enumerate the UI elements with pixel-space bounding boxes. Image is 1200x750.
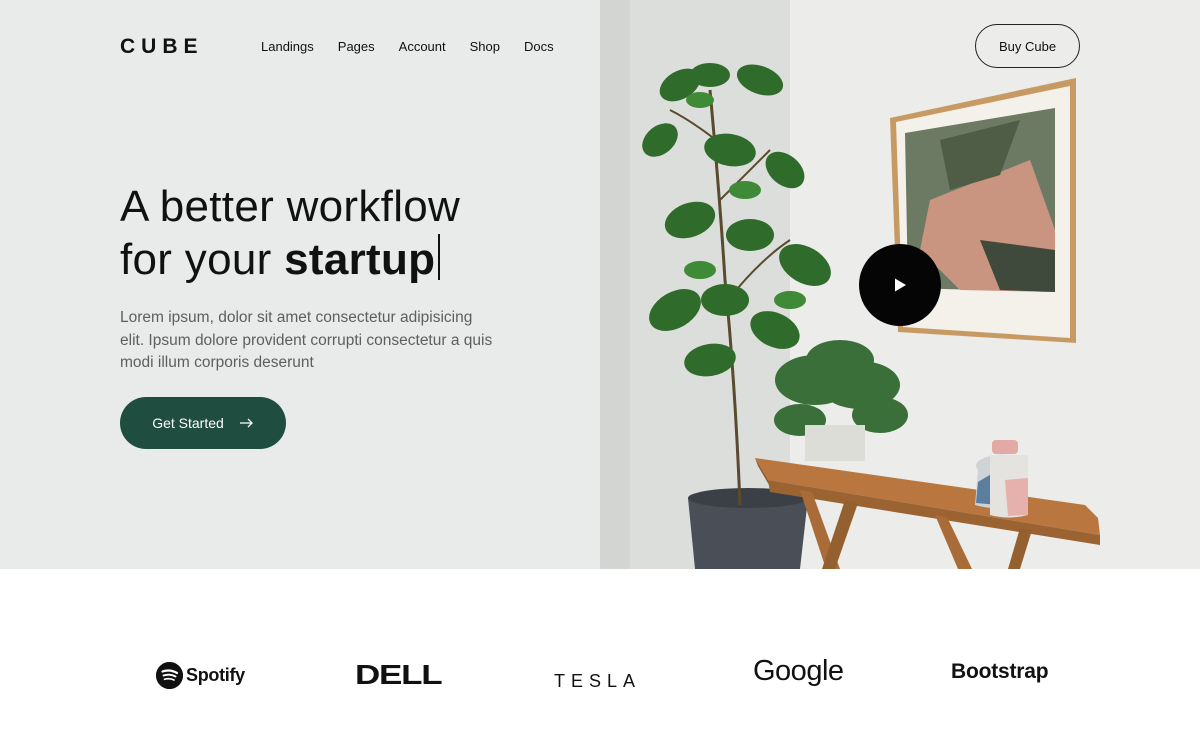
tesla-logo: TESLA [554, 670, 642, 691]
headline-line-2-prefix: for your [120, 235, 285, 284]
brand-logos-strip: Spotify DELL TESLA Google Bootstrap [0, 569, 1200, 750]
headline-line-1: A better workflow [120, 182, 461, 231]
nav-item-pages[interactable]: Pages [338, 39, 375, 54]
main-nav: Landings Pages Account Shop Docs [261, 39, 578, 54]
google-logo: Google [753, 654, 844, 687]
play-video-button[interactable] [859, 244, 941, 326]
buy-cube-button[interactable]: Buy Cube [975, 24, 1080, 68]
hero-section: CUBE Landings Pages Account Shop Docs A … [0, 0, 1200, 569]
nav-item-account[interactable]: Account [399, 39, 446, 54]
hero-left-panel: CUBE Landings Pages Account Shop Docs A … [0, 0, 600, 569]
hero-lead-text: Lorem ipsum, dolor sit amet consectetur … [120, 309, 493, 371]
spotify-wordmark: Spotify [186, 664, 245, 685]
get-started-button[interactable]: Get Started [120, 397, 286, 449]
spotify-logo: Spotify [156, 659, 245, 691]
spotify-icon [156, 661, 183, 689]
cube-logo[interactable]: CUBE [120, 35, 204, 59]
nav-item-docs[interactable]: Docs [524, 39, 554, 54]
arrow-right-icon [239, 415, 254, 432]
typing-caret [438, 234, 441, 280]
hero-headline: A better workflow for your startup [120, 180, 580, 286]
bootstrap-logo: Bootstrap [951, 660, 1049, 683]
dell-logo: DELL [355, 659, 443, 690]
play-icon [895, 278, 906, 292]
nav-item-shop[interactable]: Shop [470, 39, 500, 54]
get-started-label: Get Started [152, 415, 224, 431]
headline-highlight: startup [284, 235, 436, 284]
nav-item-landings[interactable]: Landings [261, 39, 314, 54]
